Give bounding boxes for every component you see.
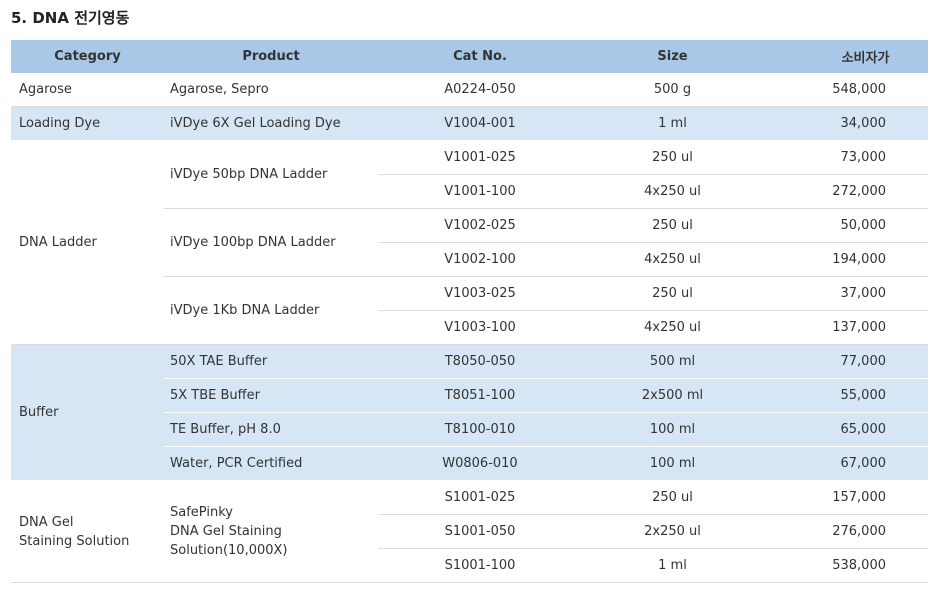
category-cell: DNA Ladder	[11, 140, 164, 345]
catno-cell: S1001-100	[378, 548, 582, 583]
product-cell: Agarose, Sepro	[164, 73, 378, 107]
size-cell: 4x250 ul	[582, 310, 763, 345]
category-line: DNA Gel	[19, 514, 74, 530]
price-cell: 137,000	[763, 310, 928, 345]
size-cell: 250 ul	[582, 140, 763, 175]
size-cell: 250 ul	[582, 208, 763, 243]
catno-cell: V1004-001	[378, 106, 582, 141]
catno-cell: V1003-025	[378, 276, 582, 311]
catno-cell: T8051-100	[378, 378, 582, 413]
catno-cell: V1001-100	[378, 174, 582, 209]
size-cell: 1 ml	[582, 106, 763, 141]
header-product: Product	[164, 40, 378, 73]
catno-cell: S1001-025	[378, 480, 582, 515]
product-cell: iVDye 100bp DNA Ladder	[164, 208, 378, 277]
catno-cell: T8100-010	[378, 412, 582, 447]
product-cell: iVDye 50bp DNA Ladder	[164, 140, 378, 209]
catno-cell: T8050-050	[378, 344, 582, 379]
product-line: Solution(10,000X)	[170, 543, 288, 558]
price-cell: 37,000	[763, 276, 928, 311]
price-cell: 77,000	[763, 344, 928, 379]
catno-cell: V1002-100	[378, 242, 582, 277]
catno-cell: A0224-050	[378, 73, 582, 107]
product-cell: iVDye 1Kb DNA Ladder	[164, 276, 378, 345]
category-cell: Agarose	[11, 73, 164, 107]
size-cell: 2x250 ul	[582, 514, 763, 549]
catno-cell: W0806-010	[378, 446, 582, 481]
table-row: DNA Ladder iVDye 50bp DNA Ladder V1001-0…	[11, 140, 928, 345]
product-cell: 50X TAE Buffer	[164, 344, 378, 379]
product-cell: Water, PCR Certified	[164, 446, 378, 481]
product-cell: 5X TBE Buffer	[164, 378, 378, 413]
product-cell: TE Buffer, pH 8.0	[164, 412, 378, 447]
product-cell: iVDye 6X Gel Loading Dye	[164, 106, 378, 141]
table-row: Buffer 50X TAE Buffer T8050-050 500 ml 7…	[11, 344, 928, 481]
product-line: DNA Gel Staining	[170, 524, 282, 539]
size-cell: 250 ul	[582, 276, 763, 311]
table-row: Loading Dye iVDye 6X Gel Loading Dye V10…	[11, 106, 928, 141]
table-row: DNA Gel Staining Solution SafePinky DNA …	[11, 480, 928, 583]
section-title: 5. DNA 전기영동	[11, 9, 130, 27]
size-cell: 100 ml	[582, 412, 763, 447]
size-cell: 500 g	[582, 73, 763, 107]
category-cell: Buffer	[11, 344, 164, 481]
size-cell: 4x250 ul	[582, 242, 763, 277]
size-cell: 2x500 ml	[582, 378, 763, 413]
catno-cell: V1002-025	[378, 208, 582, 243]
table-header-row: Category Product Cat No. Size 소비자가	[11, 40, 928, 73]
product-cell: SafePinky DNA Gel Staining Solution(10,0…	[164, 480, 378, 583]
header-catno: Cat No.	[378, 40, 582, 73]
table-row: Agarose Agarose, Sepro A0224-050 500 g 5…	[11, 73, 928, 107]
catno-cell: V1003-100	[378, 310, 582, 345]
catno-cell: S1001-050	[378, 514, 582, 549]
price-cell: 194,000	[763, 242, 928, 277]
price-cell: 73,000	[763, 140, 928, 175]
price-cell: 65,000	[763, 412, 928, 447]
product-line: SafePinky	[170, 505, 233, 520]
price-table: Category Product Cat No. Size 소비자가 Agaro…	[11, 40, 928, 583]
header-price: 소비자가	[763, 40, 928, 73]
price-cell: 50,000	[763, 208, 928, 243]
header-category: Category	[11, 40, 164, 73]
header-price-label: 소비자가	[841, 51, 890, 66]
category-cell: DNA Gel Staining Solution	[11, 480, 164, 583]
price-cell: 538,000	[763, 548, 928, 583]
size-cell: 250 ul	[582, 480, 763, 515]
price-cell: 55,000	[763, 378, 928, 413]
category-cell: Loading Dye	[11, 106, 164, 141]
size-cell: 1 ml	[582, 548, 763, 583]
price-cell: 67,000	[763, 446, 928, 481]
price-cell: 157,000	[763, 480, 928, 515]
category-line: Staining Solution	[19, 533, 130, 549]
catno-cell: V1001-025	[378, 140, 582, 175]
price-cell: 548,000	[763, 73, 928, 107]
size-cell: 4x250 ul	[582, 174, 763, 209]
price-cell: 272,000	[763, 174, 928, 209]
size-cell: 100 ml	[582, 446, 763, 481]
price-cell: 34,000	[763, 106, 928, 141]
price-cell: 276,000	[763, 514, 928, 549]
header-size: Size	[582, 40, 763, 73]
size-cell: 500 ml	[582, 344, 763, 379]
